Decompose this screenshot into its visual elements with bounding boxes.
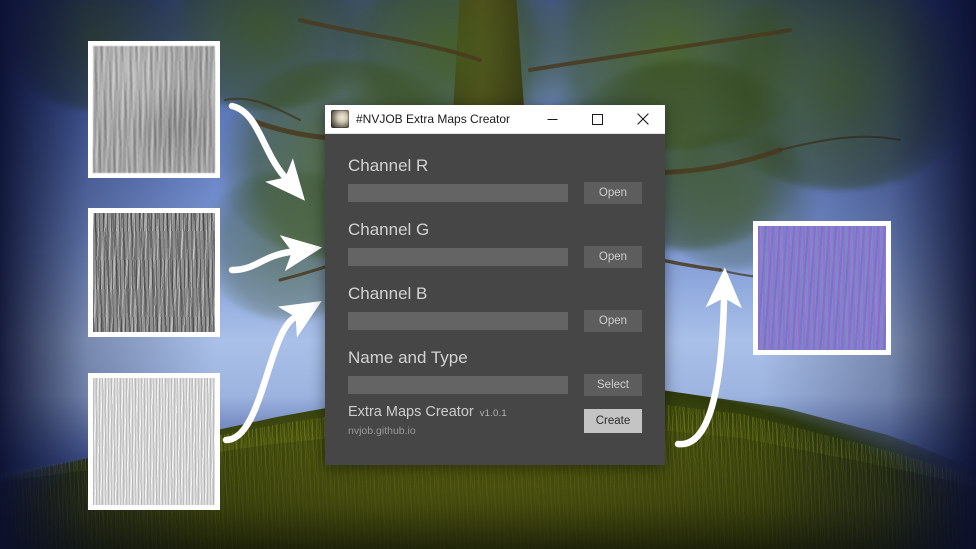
row-channel-r: Open <box>348 182 642 204</box>
maximize-button[interactable] <box>575 105 620 133</box>
footer-info: Extra Maps Creator v1.0.1 nvjob.github.i… <box>348 403 584 438</box>
open-button-channel-r[interactable]: Open <box>584 182 642 204</box>
field-group-name-and-type: Name and Type Select <box>348 348 642 396</box>
field-group-channel-g: Channel G Open <box>348 220 642 268</box>
screenshot-root: #NVJOB Extra Maps Creator Channel R Open… <box>0 0 976 549</box>
open-button-channel-g[interactable]: Open <box>584 246 642 268</box>
window-titlebar[interactable]: #NVJOB Extra Maps Creator <box>325 105 665 134</box>
input-channel-g[interactable] <box>348 248 568 266</box>
field-group-channel-r: Channel R Open <box>348 156 642 204</box>
label-channel-g: Channel G <box>348 220 430 239</box>
create-button[interactable]: Create <box>584 408 642 433</box>
close-icon <box>636 113 649 125</box>
field-group-channel-b: Channel B Open <box>348 284 642 332</box>
close-button[interactable] <box>620 105 665 133</box>
input-name-and-type[interactable] <box>348 376 568 394</box>
texture-preview-roughness <box>93 213 215 332</box>
output-texture-packed <box>753 221 891 355</box>
minimize-button[interactable] <box>530 105 575 133</box>
source-texture-roughness <box>88 208 220 337</box>
row-channel-b: Open <box>348 310 642 332</box>
input-channel-r[interactable] <box>348 184 568 202</box>
dialog-footer: Extra Maps Creator v1.0.1 nvjob.github.i… <box>348 403 642 438</box>
label-name-and-type: Name and Type <box>348 348 468 367</box>
label-channel-r: Channel R <box>348 156 429 175</box>
texture-preview-packed <box>758 226 886 350</box>
open-button-channel-b[interactable]: Open <box>584 310 642 332</box>
source-texture-occlusion <box>88 373 220 510</box>
app-logo-icon <box>331 110 349 128</box>
app-version-label: v1.0.1 <box>479 408 507 419</box>
footer-title-row: Extra Maps Creator v1.0.1 <box>348 403 584 423</box>
app-url-label: nvjob.github.io <box>348 425 416 437</box>
minimize-icon <box>547 118 558 120</box>
window-title: #NVJOB Extra Maps Creator <box>356 112 511 126</box>
texture-preview-occlusion <box>93 378 215 505</box>
row-channel-g: Open <box>348 246 642 268</box>
dialog-body: Channel R Open Channel G Open Channel B <box>325 134 665 466</box>
maximize-icon <box>592 113 603 125</box>
source-texture-normal <box>88 41 220 178</box>
label-channel-b: Channel B <box>348 284 428 303</box>
window-controls <box>530 105 665 133</box>
texture-preview-normal <box>93 46 215 173</box>
select-button-name-and-type[interactable]: Select <box>584 374 642 396</box>
input-channel-b[interactable] <box>348 312 568 330</box>
extra-maps-creator-window: #NVJOB Extra Maps Creator Channel R Open… <box>325 105 665 465</box>
row-name-and-type: Select <box>348 374 642 396</box>
app-name-label: Extra Maps Creator <box>348 404 474 420</box>
